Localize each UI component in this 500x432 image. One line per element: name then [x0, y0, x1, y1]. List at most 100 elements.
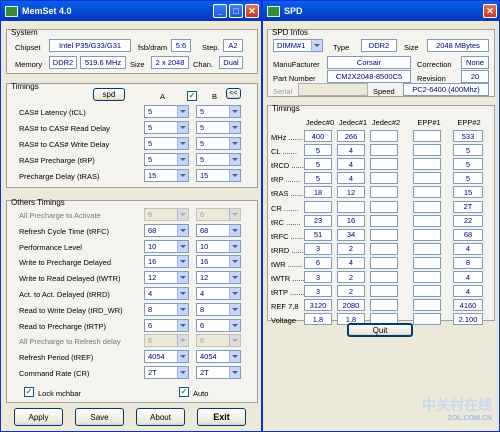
other-timing-b-select[interactable]: 2T: [196, 366, 241, 379]
other-timing-a-select[interactable]: 4054: [144, 350, 189, 364]
type-label: Type: [333, 43, 350, 52]
minimize-icon[interactable]: _: [213, 4, 227, 18]
exit-button[interactable]: Exit: [197, 408, 246, 426]
system-legend: System: [11, 28, 38, 37]
type-field: DDR2: [361, 39, 397, 52]
other-timing-a-select[interactable]: 2T: [144, 366, 189, 379]
other-timing-b-select[interactable]: 12: [196, 271, 241, 285]
spd-value-field: 23: [304, 214, 332, 227]
quit-button[interactable]: Quit: [347, 323, 413, 337]
spd-value-field: 266: [337, 130, 365, 142]
other-timing-a-select[interactable]: 10: [144, 239, 189, 253]
other-timing-b-select[interactable]: 4054: [196, 350, 241, 364]
timing-a-select[interactable]: 5: [144, 121, 189, 134]
chevron-down-icon: [177, 272, 188, 284]
other-timing-b-select[interactable]: 8: [196, 302, 241, 316]
other-timing-b-select-value: 16: [200, 257, 209, 267]
size-field: 2 x 2048: [151, 56, 189, 69]
save-button[interactable]: Save: [75, 408, 124, 426]
maximize-icon[interactable]: □: [229, 4, 243, 18]
dimm-select-value: DIMM#1: [277, 41, 306, 50]
other-timing-a-select[interactable]: 4: [144, 287, 189, 300]
timing-b-select[interactable]: 15: [196, 169, 241, 182]
timing-b-select-value: 5: [200, 139, 205, 148]
other-timing-a-select[interactable]: 12: [144, 271, 189, 285]
other-timing-a-select[interactable]: 6: [144, 318, 189, 332]
other-timing-b-select[interactable]: 68: [196, 223, 241, 237]
spd-value-field: [370, 158, 398, 171]
other-timing-b-select[interactable]: 16: [196, 255, 241, 269]
timing-b-select[interactable]: 5: [196, 137, 241, 150]
spd-value-field: 3: [304, 242, 332, 255]
spd-value-field: 16: [337, 214, 365, 227]
chevron-down-icon: [229, 106, 240, 117]
spd-row-label: tRRD .......: [271, 245, 307, 255]
copy-a-to-b-button[interactable]: <<: [226, 88, 241, 99]
part-number-label: Part Number: [273, 74, 316, 83]
other-timing-label: Performance Level: [19, 242, 82, 252]
chevron-down-icon: [229, 272, 240, 284]
spd-value-field: [370, 299, 398, 312]
spd-row-label: tRTP .......: [271, 288, 305, 298]
timings-sync-checkbox[interactable]: ✓: [187, 91, 197, 101]
spd-value-field: [370, 256, 398, 269]
timing-a-select[interactable]: 15: [144, 169, 189, 182]
chevron-down-icon: [229, 154, 240, 165]
other-timing-a-select: 6: [144, 208, 189, 221]
other-timing-a-select[interactable]: 68: [144, 223, 189, 237]
lock-mchbar-checkbox[interactable]: ✓: [24, 387, 34, 397]
chevron-down-icon: [177, 256, 188, 268]
other-timing-a-select[interactable]: 16: [144, 255, 189, 269]
spd-row-label: tWR .......: [271, 259, 303, 269]
about-button[interactable]: About: [136, 408, 185, 426]
chevron-down-icon: [177, 367, 188, 378]
fsb-field: 5:6: [171, 39, 191, 52]
timing-a-select[interactable]: 5: [144, 153, 189, 166]
chevron-down-icon: [177, 224, 188, 236]
spd-row-label: tWTR .......: [271, 274, 307, 283]
spd-titlebar[interactable]: SPD ✕: [263, 1, 499, 21]
chevron-down-icon: [177, 209, 188, 220]
dimm-select[interactable]: DIMM#1: [273, 39, 323, 52]
spd-value-field: 3: [304, 285, 332, 298]
memset-titlebar[interactable]: MemSet 4.0 _ □ ✕: [1, 1, 261, 21]
other-timing-label: Refresh Period (tREF): [19, 353, 94, 363]
other-timing-b-select-value: 8: [200, 304, 205, 314]
memory-type-field: DDR2: [49, 56, 77, 69]
other-timing-b-select[interactable]: 10: [196, 239, 241, 253]
spd-value-field: [370, 144, 398, 157]
close-icon[interactable]: ✕: [245, 4, 259, 18]
memset-window: MemSet 4.0 _ □ ✕ System Chipset Intel P3…: [0, 0, 262, 432]
other-timing-a-select: 6: [144, 334, 189, 348]
auto-checkbox[interactable]: ✓: [179, 387, 189, 397]
spd-value-field: 51: [304, 228, 332, 241]
other-timing-a-select-value: 6: [148, 210, 153, 219]
step-field: A2: [223, 39, 243, 52]
spd-value-field: [413, 271, 441, 283]
timing-a-select[interactable]: 5: [144, 137, 189, 150]
other-timing-a-select-value: 68: [148, 225, 157, 235]
spd-close-icon[interactable]: ✕: [483, 4, 497, 18]
spd-value-field: [413, 313, 441, 326]
spd-button[interactable]: spd: [93, 88, 125, 101]
app-icon: [5, 5, 18, 17]
other-timing-b-select[interactable]: 4: [196, 287, 241, 300]
spd-value-field: 6: [304, 256, 332, 269]
spd-value-field: [413, 158, 441, 171]
other-timing-b-select[interactable]: 6: [196, 318, 241, 332]
apply-button[interactable]: Apply: [14, 408, 63, 426]
timing-b-select[interactable]: 5: [196, 121, 241, 134]
other-timing-a-select[interactable]: 8: [144, 302, 189, 316]
column-b-header: B: [212, 92, 218, 101]
watermark-sub: ZOL.COM.CN: [447, 415, 492, 422]
spd-value-field: [370, 285, 398, 298]
chevron-down-icon: [229, 319, 240, 331]
spd-value-field: [413, 214, 441, 227]
serial-label: Serial: [273, 87, 293, 96]
timing-a-select[interactable]: 5: [144, 105, 189, 118]
chevron-down-icon: [177, 319, 188, 331]
timing-b-select[interactable]: 5: [196, 153, 241, 166]
spd-infos-legend: SPD Infos: [272, 28, 309, 37]
speed-field: PC2-6400 (400Mhz): [403, 83, 489, 96]
timing-b-select[interactable]: 5: [196, 105, 241, 118]
